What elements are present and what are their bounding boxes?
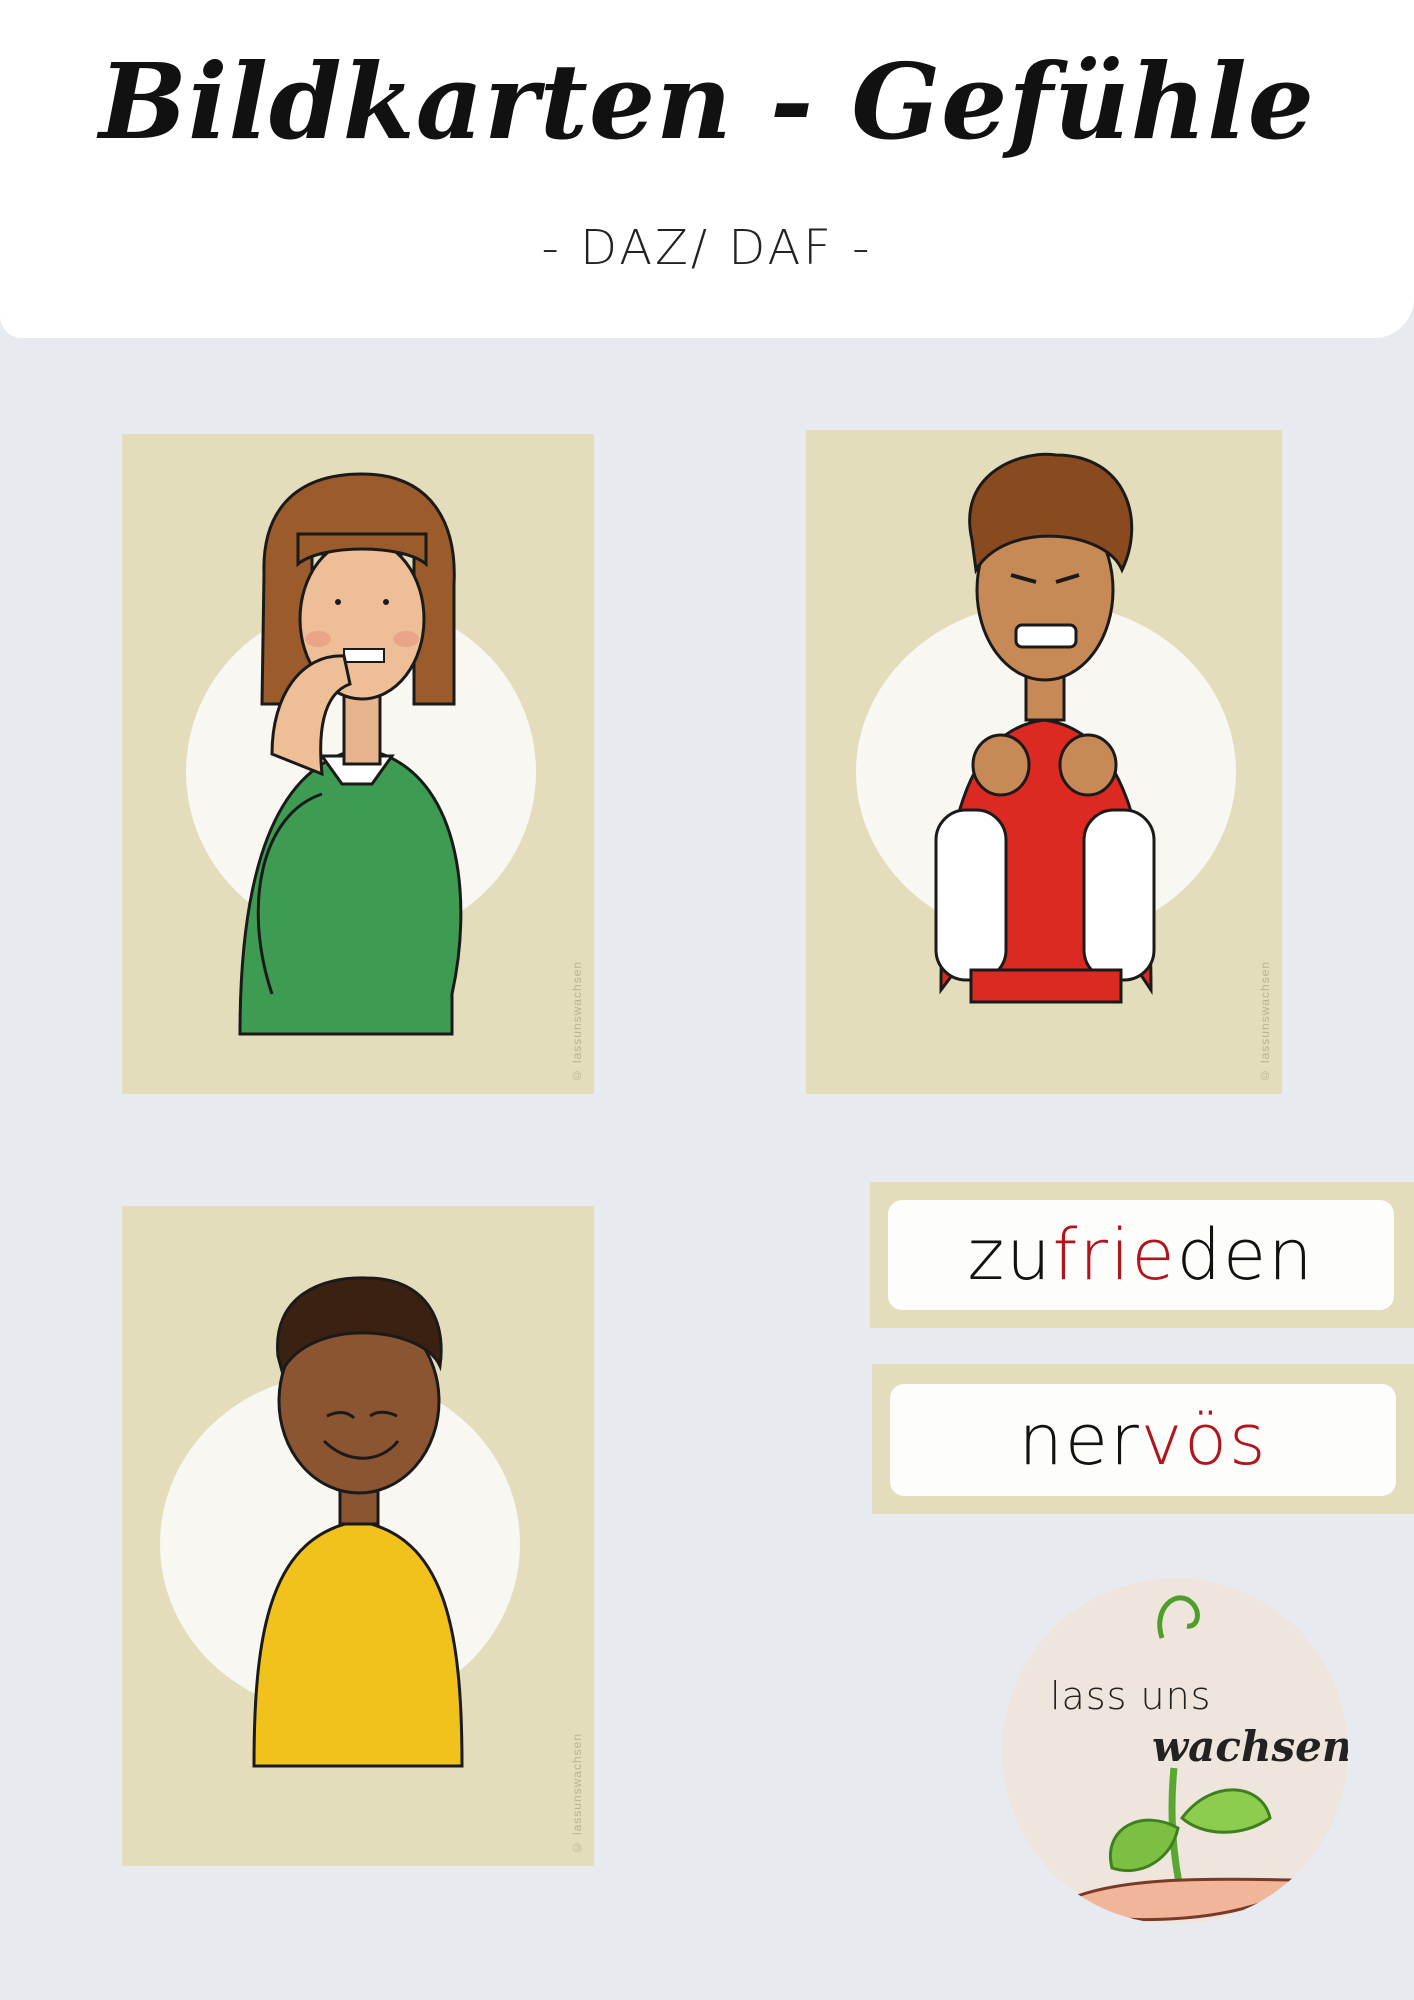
word-card-inner: zu frie den: [888, 1200, 1394, 1310]
card-copyright: © lassunswachsen: [570, 1732, 584, 1854]
word-syllable: zu: [967, 1214, 1053, 1296]
card-copyright: © lassunswachsen: [1258, 960, 1272, 1082]
word-syllable-stressed: vös: [1140, 1399, 1268, 1481]
card-copyright: © lassunswachsen: [570, 960, 584, 1082]
page-title: Bildkarten - Gefühle: [99, 40, 1315, 163]
word-syllable: ner: [1018, 1399, 1141, 1481]
word-card-inner: ner vös: [890, 1384, 1396, 1496]
logo-text-line2: wachsen: [1152, 1722, 1348, 1771]
brand-logo: lass uns wachsen: [1002, 1578, 1348, 1924]
word-syllable-stressed: frie: [1052, 1214, 1177, 1296]
header-banner: Bildkarten - Gefühle - DAZ/ DAF -: [0, 0, 1414, 338]
picture-card-happy-boy: © lassunswachsen: [122, 1206, 594, 1866]
logo-text-line1: lass uns: [1050, 1674, 1212, 1718]
nervous-girl-illustration: [238, 472, 463, 1036]
picture-card-angry-boy: © lassunswachsen: [806, 430, 1282, 1094]
picture-card-nervous-girl: © lassunswachsen: [122, 434, 594, 1094]
happy-boy-illustration: [252, 1276, 464, 1768]
word-card-zufrieden: zu frie den: [870, 1182, 1414, 1328]
word-syllable: den: [1176, 1214, 1315, 1296]
page-subtitle: - DAZ/ DAF -: [541, 220, 873, 276]
angry-boy-illustration: [934, 452, 1156, 1004]
word-card-nervoes: ner vös: [872, 1364, 1414, 1514]
